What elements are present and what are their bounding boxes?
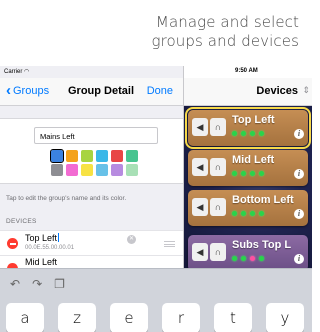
carrier-label: Carrier ◠ xyxy=(4,69,30,75)
status-led xyxy=(232,171,237,176)
devices-title: Devices xyxy=(256,85,298,97)
device-card-title: Subs Top L xyxy=(232,239,292,251)
group-name-field[interactable]: Mains Left xyxy=(34,127,158,144)
info-icon[interactable]: i xyxy=(294,209,304,219)
on-screen-keyboard: ↶ ↷ ❐ azerty xyxy=(0,268,312,332)
redo-icon[interactable]: ↷ xyxy=(32,277,42,291)
marketing-caption: Manage and select groups and devices xyxy=(151,13,299,51)
undo-icon[interactable]: ↶ xyxy=(10,277,20,291)
status-led xyxy=(250,131,255,136)
status-led xyxy=(232,256,237,261)
color-swatch[interactable] xyxy=(81,164,93,176)
color-swatch[interactable] xyxy=(81,150,93,162)
status-led xyxy=(259,171,264,176)
device-card-title: Mid Left xyxy=(232,154,275,166)
color-swatch[interactable] xyxy=(66,164,78,176)
reorder-grip-icon[interactable] xyxy=(164,241,175,247)
device-card[interactable]: ◀ ∩ Mid Left i xyxy=(188,150,308,186)
color-swatch[interactable] xyxy=(111,150,123,162)
remove-device-icon[interactable] xyxy=(7,238,18,249)
status-led xyxy=(259,131,264,136)
headphones-icon[interactable]: ∩ xyxy=(210,118,226,136)
status-led xyxy=(241,256,246,261)
caption-line-1: Manage and select xyxy=(155,13,299,31)
info-icon[interactable]: i xyxy=(294,169,304,179)
status-led xyxy=(241,171,246,176)
key-a[interactable]: a xyxy=(6,303,44,332)
color-swatch[interactable] xyxy=(49,148,65,164)
back-button-label: Groups xyxy=(13,85,50,97)
device-row-name: Mid Left xyxy=(25,257,58,267)
device-row-name: Top Left xyxy=(25,233,60,243)
devices-section-header: DEVICES xyxy=(6,218,37,225)
key-y[interactable]: y xyxy=(266,303,304,332)
device-card[interactable]: ◀ ∩ Bottom Left i xyxy=(188,190,308,226)
up-down-icon[interactable]: ⇕ xyxy=(302,85,310,96)
edit-hint-text: Tap to edit the group's name and its col… xyxy=(6,195,127,202)
status-leds xyxy=(232,171,264,176)
shortcut-bar: ↶ ↷ ❐ xyxy=(10,277,65,291)
status-leds xyxy=(232,131,264,136)
mute-icon[interactable]: ◀ xyxy=(192,158,208,176)
back-button[interactable]: ‹ Groups xyxy=(6,82,50,99)
wifi-icon: ◠ xyxy=(24,69,30,75)
status-led xyxy=(259,256,264,261)
info-icon[interactable]: i xyxy=(294,254,304,264)
status-led xyxy=(250,211,255,216)
done-button[interactable]: Done xyxy=(147,85,173,97)
color-swatch[interactable] xyxy=(126,164,138,176)
headphones-icon[interactable]: ∩ xyxy=(210,243,226,261)
chevron-left-icon: ‹ xyxy=(6,82,11,99)
mute-icon[interactable]: ◀ xyxy=(192,198,208,216)
screenshot-root: Manage and select groups and devices ‹ G… xyxy=(0,0,312,332)
color-swatch[interactable] xyxy=(96,150,108,162)
status-led xyxy=(250,171,255,176)
key-z[interactable]: z xyxy=(58,303,96,332)
device-card-title: Bottom Left xyxy=(232,194,294,206)
mute-icon[interactable]: ◀ xyxy=(192,118,208,136)
headphones-icon[interactable]: ∩ xyxy=(210,198,226,216)
color-swatch[interactable] xyxy=(96,164,108,176)
status-led xyxy=(241,211,246,216)
device-row-mid-left[interactable]: Mid Left xyxy=(0,255,183,268)
device-row-top-left[interactable]: Top Left 00.0E.55.00.00.01 ✕ xyxy=(0,230,183,255)
status-leds xyxy=(232,256,264,261)
color-swatch[interactable] xyxy=(51,164,63,176)
status-leds xyxy=(232,211,264,216)
group-detail-navbar: ‹ Groups Group Detail Done xyxy=(0,78,183,106)
mute-icon[interactable]: ◀ xyxy=(192,243,208,261)
device-card[interactable]: ◀ ∩ Top Left i xyxy=(185,107,311,149)
status-led xyxy=(232,211,237,216)
device-row-address: 00.0E.55.00.00.01 xyxy=(25,245,75,251)
key-e[interactable]: e xyxy=(110,303,148,332)
device-card-title: Top Left xyxy=(232,114,275,126)
status-led xyxy=(250,256,255,261)
status-led xyxy=(259,211,264,216)
caption-line-2: groups and devices xyxy=(151,32,299,50)
status-led xyxy=(241,131,246,136)
color-swatch[interactable] xyxy=(126,150,138,162)
color-swatch-grid xyxy=(49,148,139,176)
headphones-icon[interactable]: ∩ xyxy=(210,158,226,176)
device-stage: ◀ ∩ Top Left i ◀ ∩ Mid Left i ◀ ∩ Bottom Left i ◀ ∩ Su… xyxy=(184,106,312,268)
devices-navbar: Devices ⇕ xyxy=(184,78,312,106)
key-r[interactable]: r xyxy=(162,303,200,332)
group-edit-card: Mains Left xyxy=(0,118,183,184)
paste-icon[interactable]: ❐ xyxy=(54,277,65,291)
color-swatch[interactable] xyxy=(66,150,78,162)
device-card[interactable]: ◀ ∩ Subs Top Li xyxy=(188,235,308,268)
color-swatch[interactable] xyxy=(111,164,123,176)
text-cursor xyxy=(58,233,60,242)
status-led xyxy=(232,131,237,136)
devices-panel: Devices ⇕ ◀ ∩ Top Left i ◀ ∩ Mid Left i ◀ ∩ Bottom… xyxy=(184,66,312,268)
info-icon[interactable]: i xyxy=(294,129,304,139)
clear-text-icon[interactable]: ✕ xyxy=(127,235,136,244)
page-title: Group Detail xyxy=(68,85,135,97)
group-detail-panel: ‹ Groups Group Detail Done Mains Left Ta… xyxy=(0,66,183,268)
key-t[interactable]: t xyxy=(214,303,252,332)
